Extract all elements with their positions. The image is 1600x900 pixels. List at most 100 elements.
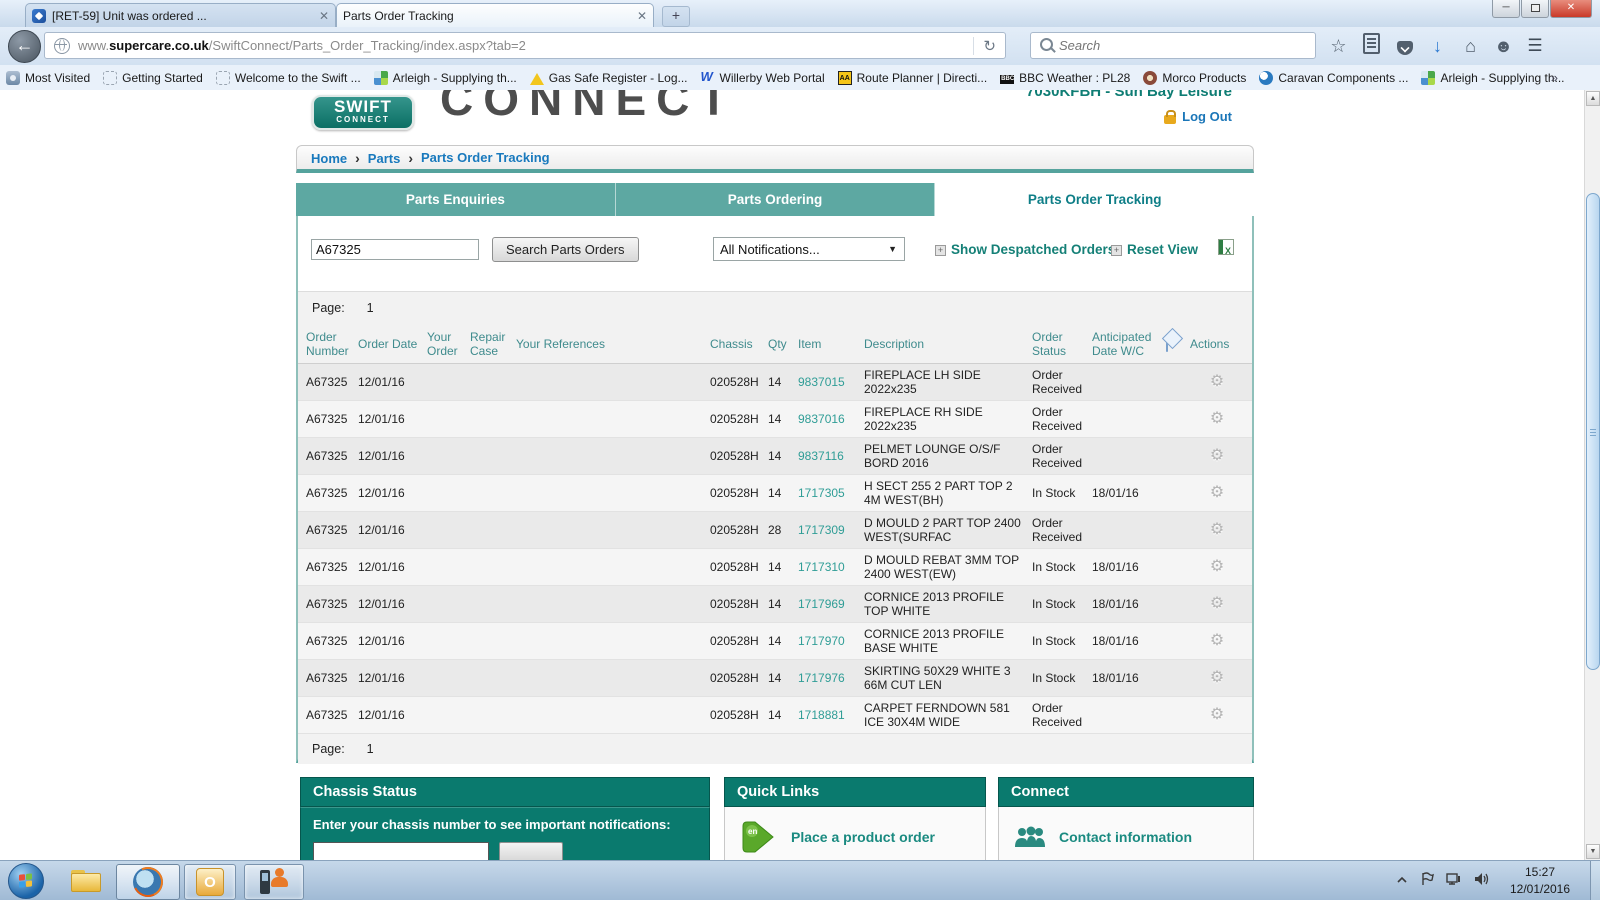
start-button[interactable] (8, 863, 44, 899)
url-bar[interactable]: www. supercare.co.uk/SwiftConnect/Parts_O… (44, 32, 1006, 59)
bookmark-item[interactable]: Welcome to the Swift ... (215, 70, 361, 85)
browser-search-box[interactable] (1030, 32, 1316, 59)
browser-tab-inactive[interactable]: [RET-59] Unit was ordered ... ✕ (25, 3, 336, 27)
order-search-input[interactable] (311, 239, 479, 260)
search-parts-orders-button[interactable]: Search Parts Orders (492, 237, 639, 262)
taskbar-explorer-button[interactable] (62, 864, 110, 898)
close-button[interactable]: ✕ (1550, 0, 1592, 18)
pocket-icon[interactable] (1388, 31, 1421, 61)
notifications-dropdown[interactable]: All Notifications... ▼ (713, 237, 905, 261)
chassis: 020528H (710, 671, 759, 685)
bookmark-item[interactable]: Morco Products (1143, 70, 1246, 85)
actions-gear-icon[interactable]: ⚙ (1190, 559, 1248, 575)
mail-icon[interactable] (1166, 335, 1168, 352)
actions-gear-icon[interactable]: ⚙ (1190, 670, 1248, 686)
chassis-status-panel: Chassis Status Enter your chassis number… (300, 777, 710, 860)
breadcrumb: HomePartsParts Order Tracking (296, 145, 1254, 173)
clock[interactable]: 15:27 12/01/2016 (1494, 864, 1586, 898)
chassis: 020528H (710, 523, 759, 537)
reading-list-icon[interactable] (1355, 31, 1388, 61)
parts-tab[interactable]: Parts Order Tracking (935, 183, 1255, 216)
tray-expand-icon[interactable] (1396, 872, 1408, 890)
network-icon[interactable] (1446, 872, 1462, 891)
minimize-button[interactable]: ─ (1492, 0, 1520, 18)
logout-link[interactable]: Log Out (1164, 109, 1232, 124)
tray-time: 15:27 (1524, 865, 1556, 879)
page-scrollbar[interactable]: ▲ ▼ (1584, 90, 1600, 860)
bookmark-item[interactable]: Route Planner | Directi... (837, 70, 987, 85)
taskbar-firefox-button[interactable] (116, 864, 180, 900)
actions-gear-icon[interactable]: ⚙ (1190, 522, 1248, 538)
description: H SECT 255 2 PART TOP 2 4M WEST(BH) (864, 479, 1013, 507)
description: SKIRTING 50X29 WHITE 3 66M CUT LEN (864, 664, 1011, 692)
order-date: 12/01/16 (358, 449, 405, 463)
bookmark-item[interactable]: BBC Weather : PL28 (1000, 71, 1130, 85)
actions-gear-icon[interactable]: ⚙ (1190, 448, 1248, 464)
parts-tab[interactable]: Parts Enquiries (296, 183, 616, 216)
action-center-flag-icon[interactable] (1420, 871, 1434, 891)
tab-close-icon[interactable]: ✕ (637, 9, 647, 23)
show-desktop-button[interactable] (1590, 861, 1600, 900)
home-icon[interactable]: ⌂ (1454, 31, 1487, 61)
new-tab-button[interactable]: + (662, 6, 690, 27)
reset-view-link[interactable]: Reset View (1111, 241, 1198, 259)
export-excel-icon[interactable] (1218, 239, 1234, 255)
bookmark-item[interactable]: Caravan Components ... (1259, 70, 1408, 85)
order-number: A67325 (306, 671, 348, 685)
back-button[interactable]: ← (8, 30, 41, 63)
chassis-submit-button[interactable] (499, 842, 563, 860)
bookmark-favicon-icon (215, 70, 230, 85)
chassis-status-text: Enter your chassis number to see importa… (313, 817, 671, 832)
tab-close-icon[interactable]: ✕ (319, 9, 329, 23)
restore-button[interactable] (1521, 0, 1549, 18)
browser-titlebar: [RET-59] Unit was ordered ... ✕ Parts Or… (0, 0, 1600, 28)
reload-icon[interactable]: ↻ (973, 36, 1005, 55)
bookmark-star-icon[interactable]: ☆ (1322, 31, 1355, 61)
quick-links-title: Quick Links (724, 777, 986, 807)
chassis-number-input[interactable] (313, 842, 489, 860)
hello-smiley-icon[interactable]: ☻ (1487, 31, 1520, 61)
page-number[interactable]: 1 (367, 301, 374, 315)
bookmarks-overflow-chevron-icon[interactable]: » (1551, 70, 1558, 85)
scrollbar-thumb[interactable] (1586, 193, 1600, 670)
menu-icon[interactable]: ☰ (1520, 31, 1550, 61)
content-panel: Search Parts Orders All Notifications...… (296, 216, 1254, 764)
contact-information-link[interactable]: Contact information (1059, 829, 1192, 845)
volume-icon[interactable] (1474, 872, 1490, 891)
browser-search-input[interactable] (1057, 37, 1261, 54)
bookmark-item[interactable]: Arleigh - Supplying th... (1421, 70, 1565, 85)
url-prefix: www. (78, 38, 110, 53)
order-number: A67325 (306, 412, 348, 426)
qty: 14 (768, 597, 782, 611)
page-number[interactable]: 1 (367, 742, 374, 756)
table-header-row: Order Number Order Date Your Order Repai… (298, 324, 1252, 364)
bookmark-item[interactable]: Gas Safe Register - Log... (529, 71, 688, 85)
parts-tab[interactable]: Parts Ordering (615, 183, 936, 216)
bookmark-item[interactable]: Most Visited (6, 70, 90, 85)
actions-gear-icon[interactable]: ⚙ (1190, 485, 1248, 501)
breadcrumb-link[interactable]: Parts (368, 150, 421, 166)
actions-gear-icon[interactable]: ⚙ (1190, 633, 1248, 649)
show-despatched-orders-link[interactable]: Show Despatched Orders (935, 241, 1115, 259)
actions-gear-icon[interactable]: ⚙ (1190, 596, 1248, 612)
browser-tab-active[interactable]: Parts Order Tracking ✕ (336, 3, 654, 27)
bookmark-item[interactable]: Arleigh - Supplying th... (373, 70, 517, 85)
bookmark-item[interactable]: Willerby Web Portal (701, 69, 825, 85)
taskbar-phone-button[interactable] (244, 864, 304, 900)
taskbar: O 15:27 12/01/2016 (0, 860, 1600, 900)
chassis: 020528H (710, 375, 759, 389)
downloads-icon[interactable]: ↓ (1421, 31, 1454, 61)
taskbar-outlook-button[interactable]: O (184, 864, 236, 900)
actions-gear-icon[interactable]: ⚙ (1190, 707, 1248, 723)
scroll-down-icon[interactable]: ▼ (1586, 844, 1600, 859)
scroll-up-icon[interactable]: ▲ (1586, 91, 1600, 106)
place-product-order-link[interactable]: Place a product order (791, 829, 935, 845)
bookmark-favicon-icon (373, 70, 388, 85)
breadcrumb-link[interactable]: Parts Order Tracking (421, 150, 550, 165)
windows-flag-icon (19, 873, 33, 888)
description: CORNICE 2013 PROFILE BASE WHITE (864, 627, 1005, 655)
actions-gear-icon[interactable]: ⚙ (1190, 411, 1248, 427)
bookmark-item[interactable]: Getting Started (103, 70, 203, 85)
breadcrumb-link[interactable]: Home (311, 150, 368, 166)
actions-gear-icon[interactable]: ⚙ (1190, 374, 1248, 390)
